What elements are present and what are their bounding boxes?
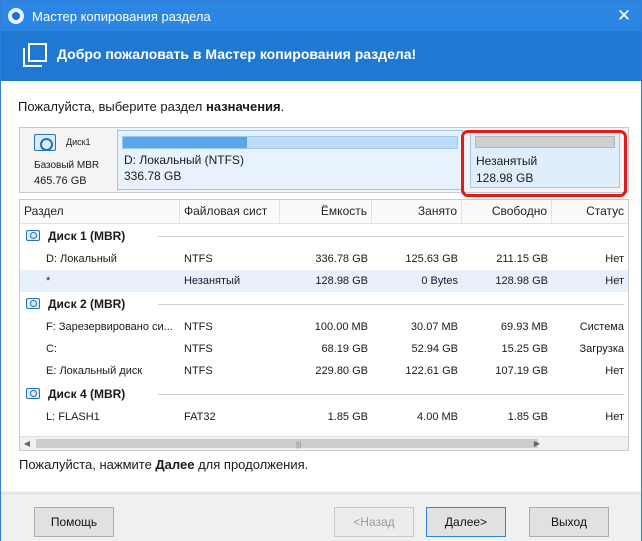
table-header: Раздел Файловая сист Ёмкость Занято Своб…	[20, 200, 628, 224]
disk-group-label: Диск 1 (MBR)	[48, 229, 126, 243]
cell-used: 0 Bytes	[421, 275, 458, 287]
disk-icon	[26, 230, 40, 241]
copy-partition-icon	[23, 43, 47, 67]
table-row[interactable]: L: FLASH1 FAT32 1.85 GB 4.00 MB 1.85 GB Нет	[20, 406, 628, 428]
disk-group-header: Диск 2 (MBR)	[20, 293, 628, 315]
cell-used: 122.61 GB	[405, 365, 458, 377]
continue-hint: Пожалуйста, нажмите Далее для продолжени…	[19, 457, 309, 472]
wizard-header: Добро пожаловать в Мастер копирования ра…	[1, 31, 641, 81]
cell-capacity: 336.78 GB	[315, 253, 368, 265]
cell-free: 128.98 GB	[495, 275, 548, 287]
cell-fs: NTFS	[184, 253, 213, 265]
disk-icon	[34, 134, 56, 151]
table-row[interactable]: F: Зарезервировано си... NTFS 100.00 MB 30.…	[20, 316, 628, 338]
partition-block-name: D: Локальный (NTFS)	[124, 153, 244, 167]
table-row[interactable]: * Незанятый 128.98 GB 0 Bytes 128.98 GB Нет	[20, 270, 628, 292]
disk-name: Диск1	[66, 137, 91, 147]
column-header-free[interactable]: Свободно	[462, 200, 552, 223]
content-area: Пожалуйста, выберите раздел назначения. …	[1, 81, 641, 491]
cell-status: Нет	[605, 253, 624, 265]
disk-group-header: Диск 4 (MBR)	[20, 383, 628, 405]
cell-status: Загрузка	[579, 343, 624, 355]
disk-map: Диск1 Базовый MBR 465.76 GB D: Локальный…	[19, 127, 629, 193]
cell-capacity: 229.80 GB	[315, 365, 368, 377]
app-icon	[8, 8, 24, 24]
window-title: Мастер копирования раздела	[32, 8, 211, 24]
disk-icon	[26, 298, 40, 309]
close-button[interactable]: ✕	[613, 5, 635, 27]
cell-status: Нет	[605, 365, 624, 377]
cell-used: 52.94 GB	[411, 343, 458, 355]
cell-capacity: 1.85 GB	[327, 411, 368, 423]
next-button[interactable]: Далее>	[426, 507, 506, 537]
disk-icon	[26, 388, 40, 399]
partition-block-local[interactable]: D: Локальный (NTFS) 336.78 GB	[117, 130, 463, 190]
cell-used: 4.00 MB	[417, 411, 458, 423]
disk-group-label: Диск 4 (MBR)	[48, 387, 126, 401]
cell-partition: L: FLASH1	[46, 411, 100, 423]
column-header-capacity[interactable]: Ёмкость	[280, 200, 372, 223]
help-button[interactable]: Помощь	[34, 507, 114, 537]
partition-block-name: Незанятый	[476, 154, 538, 168]
cell-partition: F: Зарезервировано си...	[46, 321, 173, 333]
column-header-used[interactable]: Занято	[372, 200, 462, 223]
usage-bar	[122, 136, 458, 149]
disk-group-header: Диск 1 (MBR)	[20, 225, 628, 247]
cell-capacity: 128.98 GB	[315, 275, 368, 287]
cell-fs: NTFS	[184, 343, 213, 355]
wizard-footer: Помощь <Назад Далее> Выход	[1, 493, 641, 541]
cell-used: 30.07 MB	[410, 321, 458, 333]
partition-table: Раздел Файловая сист Ёмкость Занято Своб…	[19, 199, 629, 451]
grip-icon: |||	[296, 442, 302, 449]
cell-fs: FAT32	[184, 411, 216, 423]
cell-status: Нет	[605, 411, 624, 423]
usage-bar	[475, 136, 615, 148]
cell-partition: C:	[46, 343, 57, 355]
disk-size: 465.76 GB	[34, 175, 87, 187]
cell-capacity: 68.19 GB	[321, 343, 368, 355]
disk-group-label: Диск 2 (MBR)	[48, 297, 126, 311]
column-header-status[interactable]: Статус	[552, 200, 628, 223]
disk-info[interactable]: Диск1 Базовый MBR 465.76 GB	[20, 128, 114, 192]
cell-free: 211.15 GB	[496, 253, 548, 265]
group-divider	[158, 394, 624, 395]
cell-status: Система	[579, 321, 624, 333]
cell-free: 15.25 GB	[501, 343, 548, 355]
cell-partition: *	[46, 275, 51, 287]
scroll-left-icon[interactable]: ◀	[20, 437, 34, 450]
table-row[interactable]: E: Локальный диск NTFS 229.80 GB 122.61 GB 1…	[20, 360, 628, 382]
cell-free: 107.19 GB	[495, 365, 548, 377]
table-row[interactable]: D: Локальный NTFS 336.78 GB 125.63 GB 211.15…	[20, 248, 628, 270]
table-row[interactable]: C: NTFS 68.19 GB 52.94 GB 15.25 GB Загрузка	[20, 338, 628, 360]
cell-free: 69.93 MB	[500, 321, 548, 333]
exit-button[interactable]: Выход	[529, 507, 609, 537]
cell-fs: NTFS	[184, 365, 213, 377]
scrollbar-thumb[interactable]: |||	[36, 439, 538, 449]
partition-block-unallocated[interactable]: Незанятый 128.98 GB	[470, 132, 620, 188]
group-divider	[158, 236, 624, 237]
group-divider	[158, 304, 624, 305]
disk-type: Базовый MBR	[34, 160, 100, 171]
cell-used: 125.63 GB	[405, 253, 458, 265]
header-title: Добро пожаловать в Мастер копирования ра…	[57, 46, 417, 62]
column-header-filesystem[interactable]: Файловая сист	[180, 200, 280, 223]
cell-fs: Незанятый	[184, 275, 241, 287]
partition-block-size: 128.98 GB	[476, 171, 534, 185]
instruction-text: Пожалуйста, выберите раздел назначения.	[18, 99, 285, 114]
column-header-partition[interactable]: Раздел	[20, 200, 180, 223]
cell-fs: NTFS	[184, 321, 213, 333]
usage-bar-fill	[123, 137, 247, 148]
scroll-right-icon[interactable]: ▶	[530, 437, 544, 450]
title-bar: Мастер копирования раздела ✕	[1, 1, 641, 31]
cell-partition: D: Локальный	[46, 253, 117, 265]
back-button[interactable]: <Назад	[334, 507, 414, 537]
cell-free: 1.85 GB	[507, 411, 548, 423]
horizontal-scrollbar[interactable]: ◀ ||| ▶	[20, 436, 628, 450]
wizard-window: Мастер копирования раздела ✕ Добро пожал…	[0, 0, 642, 541]
cell-status: Нет	[605, 275, 624, 287]
cell-capacity: 100.00 MB	[314, 321, 368, 333]
cell-partition: E: Локальный диск	[46, 365, 143, 377]
partition-block-size: 336.78 GB	[124, 169, 182, 183]
